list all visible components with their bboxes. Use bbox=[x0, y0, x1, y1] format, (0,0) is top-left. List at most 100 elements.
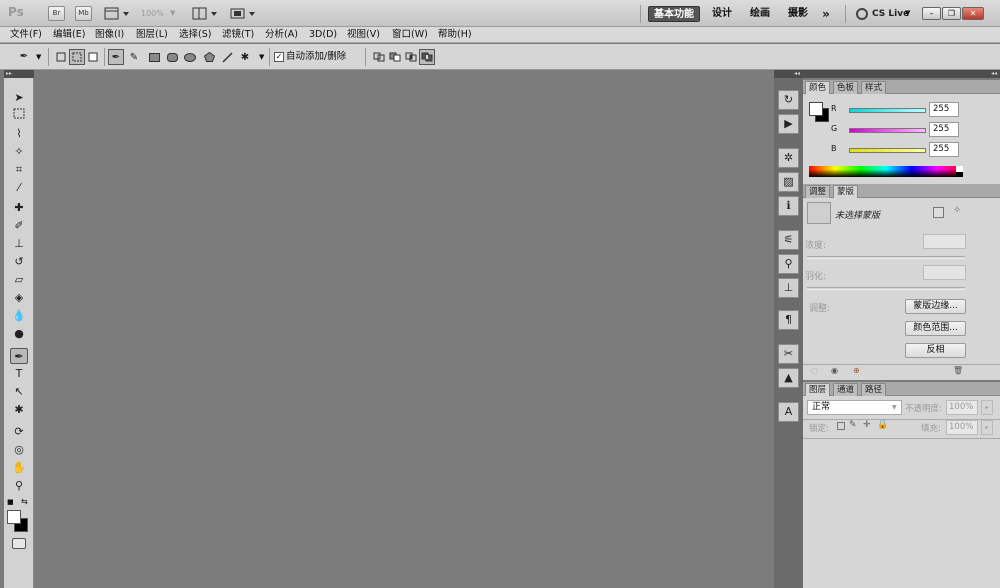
foreground-color-swatch[interactable] bbox=[809, 102, 823, 116]
vector-mask-icon[interactable]: ✧ bbox=[953, 205, 961, 216]
ellipse-tool-icon[interactable] bbox=[182, 49, 198, 65]
rectangle-tool-icon[interactable] bbox=[146, 49, 162, 65]
menu-select[interactable]: 选择(S) bbox=[179, 28, 211, 41]
view-extras-dropdown[interactable] bbox=[104, 7, 130, 21]
screen-mode-dropdown[interactable] bbox=[230, 7, 256, 21]
invert-button[interactable]: 反相 bbox=[905, 343, 966, 358]
auto-add-delete-checkbox[interactable]: ✓ bbox=[274, 52, 284, 62]
toolbar-grip[interactable]: ▸▸ bbox=[4, 70, 34, 78]
fill-pixels-button[interactable] bbox=[85, 49, 101, 65]
cs-live-button[interactable]: CS Live bbox=[872, 8, 909, 20]
more-workspaces-button[interactable]: » bbox=[818, 6, 834, 22]
paint-bucket-tool-icon[interactable]: ◈ bbox=[10, 290, 28, 306]
menu-3d[interactable]: 3D(D) bbox=[309, 28, 337, 41]
red-slider[interactable] bbox=[849, 108, 926, 113]
hand-tool-icon[interactable]: ✋ bbox=[10, 460, 28, 476]
mask-edge-button[interactable]: 蒙版边缘... bbox=[905, 299, 966, 314]
shape-options-chevron-down-icon[interactable]: ▼ bbox=[259, 53, 264, 61]
crop-tool-icon[interactable]: ⌗ bbox=[10, 162, 28, 178]
menu-image[interactable]: 图像(I) bbox=[95, 28, 124, 41]
freeform-pen-icon[interactable]: ✎ bbox=[126, 49, 142, 65]
spectrum-black-swatch[interactable] bbox=[956, 172, 963, 177]
blend-mode-select[interactable]: 正常 bbox=[807, 400, 902, 415]
blue-value-input[interactable]: 255 bbox=[929, 142, 959, 157]
3d-panel-icon[interactable]: ✂ bbox=[778, 344, 799, 364]
panels-grip[interactable]: ◂◂ bbox=[803, 70, 1000, 78]
swap-colors-icon[interactable]: ⇆ bbox=[21, 497, 28, 506]
blend-mode-chevron-down-icon[interactable]: ▼ bbox=[892, 404, 897, 411]
brush-panel-icon[interactable]: ⚟ bbox=[778, 230, 799, 250]
layers-list[interactable] bbox=[803, 439, 1000, 588]
fill-input[interactable]: 100% bbox=[946, 420, 978, 435]
pen-tool-icon[interactable]: ✒ bbox=[10, 348, 28, 364]
clone-source-panel-icon[interactable]: ⚲ bbox=[778, 254, 799, 274]
opacity-arrow-icon[interactable]: ▸ bbox=[981, 400, 993, 415]
document-area[interactable] bbox=[35, 70, 774, 588]
density-input[interactable] bbox=[923, 234, 966, 249]
navigator-panel-icon[interactable]: ✲ bbox=[778, 148, 799, 168]
green-value-input[interactable]: 255 bbox=[929, 122, 959, 137]
menu-window[interactable]: 窗口(W) bbox=[392, 28, 428, 41]
pixel-mask-icon[interactable] bbox=[933, 207, 944, 218]
workspace-photography[interactable]: 摄影 bbox=[784, 6, 812, 22]
cs-live-chevron-down-icon[interactable]: ▼ bbox=[905, 9, 910, 17]
arrange-documents-dropdown[interactable] bbox=[192, 7, 218, 21]
default-colors-icon[interactable]: ■ bbox=[7, 498, 14, 506]
tab-channels[interactable]: 通道 bbox=[833, 383, 859, 396]
polygon-tool-icon[interactable] bbox=[201, 49, 217, 65]
shape-layers-button[interactable] bbox=[53, 49, 69, 65]
zoom-level[interactable]: 100% bbox=[141, 9, 164, 18]
add-to-path-area-icon[interactable] bbox=[371, 49, 387, 65]
path-selection-tool-icon[interactable]: ↖ bbox=[10, 384, 28, 400]
blue-slider[interactable] bbox=[849, 148, 926, 153]
delete-mask-icon[interactable]: 🗑 bbox=[953, 366, 963, 375]
quick-selection-tool-icon[interactable]: ✧ bbox=[10, 144, 28, 160]
workspace-painting[interactable]: 绘画 bbox=[746, 6, 774, 22]
menu-analysis[interactable]: 分析(A) bbox=[265, 28, 298, 41]
pen-tool-icon[interactable]: ✒ bbox=[108, 49, 124, 65]
color-range-button[interactable]: 颜色范围... bbox=[905, 321, 966, 336]
paragraph-panel-icon[interactable]: ¶ bbox=[778, 310, 799, 330]
quick-mask-icon[interactable] bbox=[12, 538, 26, 549]
bridge-button[interactable]: Br bbox=[48, 6, 65, 21]
fill-arrow-icon[interactable]: ▸ bbox=[981, 420, 993, 435]
menu-help[interactable]: 帮助(H) bbox=[438, 28, 472, 41]
apply-mask-icon[interactable]: ⊕ bbox=[853, 366, 860, 375]
subtract-from-path-area-icon[interactable] bbox=[387, 49, 403, 65]
lock-transparent-icon[interactable] bbox=[837, 422, 845, 430]
tab-adjustments[interactable]: 调整 bbox=[805, 185, 831, 198]
close-button[interactable]: ✕ bbox=[962, 7, 984, 20]
type-tool-icon[interactable]: T bbox=[10, 366, 28, 382]
info-panel-icon[interactable]: ℹ bbox=[778, 196, 799, 216]
opacity-input[interactable]: 100% bbox=[946, 400, 978, 415]
green-slider[interactable] bbox=[849, 128, 926, 133]
3d-rotate-tool-icon[interactable]: ⟳ bbox=[10, 424, 28, 440]
tab-swatches[interactable]: 色板 bbox=[833, 81, 859, 94]
minimize-button[interactable]: – bbox=[922, 7, 941, 20]
red-value-input[interactable]: 255 bbox=[929, 102, 959, 117]
tab-styles[interactable]: 样式 bbox=[861, 81, 887, 94]
clone-stamp-tool-icon[interactable]: ⊥ bbox=[10, 236, 28, 252]
eraser-tool-icon[interactable]: ▱ bbox=[10, 272, 28, 288]
tab-color[interactable]: 颜色 bbox=[805, 81, 831, 94]
healing-brush-tool-icon[interactable]: ✚ bbox=[10, 200, 28, 216]
3d-orbit-tool-icon[interactable]: ◎ bbox=[10, 442, 28, 458]
eyedropper-tool-icon[interactable]: ⁄ bbox=[10, 180, 28, 196]
marquee-tool-icon[interactable] bbox=[10, 108, 28, 124]
blur-tool-icon[interactable]: 💧 bbox=[10, 308, 28, 324]
actions-panel-icon[interactable]: ▶ bbox=[778, 114, 799, 134]
menu-file[interactable]: 文件(F) bbox=[10, 28, 42, 41]
intersect-path-areas-icon[interactable] bbox=[403, 49, 419, 65]
history-brush-tool-icon[interactable]: ↺ bbox=[10, 254, 28, 270]
line-tool-icon[interactable] bbox=[219, 49, 235, 65]
feather-input[interactable] bbox=[923, 265, 966, 280]
pen-tool-preset-icon[interactable]: ✒ bbox=[16, 48, 32, 64]
feather-slider[interactable] bbox=[807, 287, 965, 290]
character-panel-icon[interactable]: A bbox=[778, 402, 799, 422]
notes-panel-icon[interactable]: ▲ bbox=[778, 368, 799, 388]
lock-position-icon[interactable]: ✛ bbox=[863, 420, 871, 430]
menu-filter[interactable]: 滤镜(T) bbox=[222, 28, 254, 41]
brush-tool-icon[interactable]: ✐ bbox=[10, 218, 28, 234]
restore-button[interactable]: ❐ bbox=[942, 7, 961, 20]
dock-grip[interactable]: ◂◂ bbox=[774, 70, 803, 78]
